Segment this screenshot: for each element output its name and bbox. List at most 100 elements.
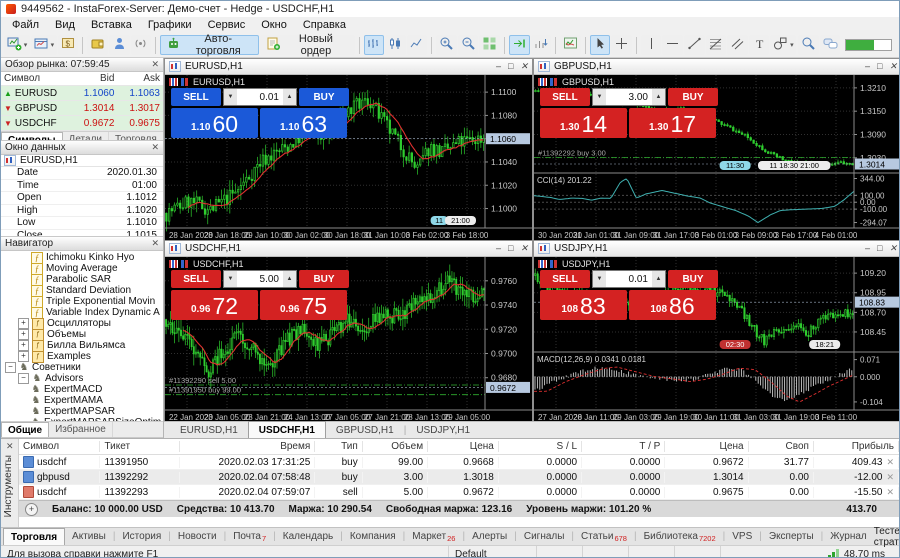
tree-item-Ichimoku-Kinko-Hyo[interactable]: ƒIchimoku Kinko Hyo — [1, 252, 163, 263]
volume-stepper[interactable]: ▼0.01▲ — [223, 88, 297, 106]
column-header-T / P[interactable]: T / P — [582, 441, 665, 452]
tree-item-ExpertMAMA[interactable]: ♞ExpertMAMA — [1, 395, 163, 406]
close-position-icon[interactable]: ✕ — [886, 472, 894, 482]
market-watch-tab-Торговля[interactable]: Торговля — [109, 132, 163, 141]
menu-item-Графики[interactable]: Графики — [140, 19, 200, 31]
toolbox-tab-Торговля[interactable]: Торговля — [3, 528, 65, 545]
zoom-in-button[interactable] — [436, 35, 457, 55]
toolbox-tab-Журнал[interactable]: Журнал — [823, 528, 874, 545]
position-row-11392293[interactable]: usdchf113922932020.02.04 07:59:07sell5.0… — [19, 485, 899, 500]
minimize-icon[interactable]: – — [865, 243, 870, 254]
tree-item-Билла-Вильямса[interactable]: +ƒБилла Вильямса — [1, 340, 163, 351]
volume-decrease-icon[interactable]: ▼ — [593, 271, 606, 287]
volume-stepper[interactable]: ▼3.00▲ — [592, 88, 666, 106]
volume-increase-icon[interactable]: ▲ — [652, 271, 665, 287]
profiles-button[interactable]: ▾ — [31, 35, 57, 55]
toolbox-tab-История[interactable]: История — [115, 528, 168, 545]
buy-price[interactable]: 1.1063 — [260, 108, 347, 138]
toolbox-tab-Компания[interactable]: Компания — [343, 528, 403, 545]
toolbox-tab-Алерты[interactable]: Алерты — [465, 528, 514, 545]
maximize-icon[interactable]: □ — [508, 243, 513, 254]
toolbox-tab-Статьи[interactable]: Статьи678 — [574, 528, 634, 545]
volume-stepper[interactable]: ▼5.00▲ — [223, 270, 297, 288]
zoom-out-button[interactable] — [458, 35, 479, 55]
chart-tab-USDJPY,H1[interactable]: USDJPY,H1 — [406, 423, 480, 438]
cursor-button[interactable] — [590, 35, 611, 55]
search-button[interactable] — [798, 35, 819, 55]
toolbox-tab-Календарь[interactable]: Календарь — [276, 528, 340, 545]
candles-chart-button[interactable] — [385, 35, 406, 55]
market-watch-row-USDCHF[interactable]: ▼USDCHF0.96720.9675 — [1, 116, 163, 131]
tree-item-ExpertMACD[interactable]: ♞ExpertMACD — [1, 384, 163, 395]
minimize-icon[interactable]: – — [865, 61, 870, 72]
column-header-S / L[interactable]: S / L — [499, 441, 582, 452]
market-watch-row-EURUSD[interactable]: ▲EURUSD1.10601.1063 — [1, 86, 163, 101]
market-watch-tab-Символы[interactable]: Символы — [1, 132, 63, 141]
menu-item-Файл[interactable]: Файл — [4, 19, 47, 31]
volume-stepper[interactable]: ▼0.01▲ — [592, 270, 666, 288]
column-header-Своп[interactable]: Своп — [749, 441, 814, 452]
expand-icon[interactable]: + — [18, 329, 29, 340]
tree-item-Standard-Deviation[interactable]: ƒStandard Deviation — [1, 285, 163, 296]
close-position-icon[interactable]: ✕ — [886, 457, 894, 467]
position-row-11391950[interactable]: usdchf113919502020.02.03 17:31:25buy99.0… — [19, 455, 899, 470]
close-icon[interactable]: ✕ — [520, 243, 528, 254]
buy-price[interactable]: 1.3017 — [629, 108, 716, 138]
expand-icon[interactable]: + — [18, 318, 29, 329]
chart-canvas-gbpusd[interactable]: 1.32101.31501.30901.3030#11392292 buy 3.… — [534, 75, 900, 241]
tree-item-ExpertMAPSAR[interactable]: ♞ExpertMAPSAR — [1, 406, 163, 417]
buy-price[interactable]: 10886 — [629, 290, 716, 320]
toolbox-tab-Эксперты[interactable]: Эксперты — [762, 528, 821, 545]
status-profile[interactable]: Default — [449, 546, 537, 558]
sell-price[interactable]: 1.1060 — [171, 108, 258, 138]
collapse-icon[interactable]: − — [18, 373, 29, 384]
column-header-Объем[interactable]: Объем — [363, 441, 428, 452]
buy-button[interactable]: BUY — [668, 270, 718, 288]
indicators-button[interactable] — [560, 35, 581, 55]
data-window-symbol-row[interactable]: EURUSD,H1 — [1, 155, 163, 167]
volume-increase-icon[interactable]: ▲ — [283, 89, 296, 105]
market-window-button[interactable]: $ — [58, 35, 79, 55]
tree-item-Осцилляторы[interactable]: +ƒОсцилляторы — [1, 318, 163, 329]
fibo-button[interactable] — [706, 35, 727, 55]
close-icon[interactable]: ✕ — [151, 142, 159, 153]
toolbox-tab-Активы[interactable]: Активы — [65, 528, 113, 545]
equidistant-channel-button[interactable] — [727, 35, 748, 55]
auto-scroll-button[interactable] — [531, 35, 552, 55]
collapse-icon[interactable]: − — [5, 362, 16, 373]
line-chart-button[interactable] — [407, 35, 428, 55]
bars-chart-button[interactable] — [364, 35, 385, 55]
accounts-button[interactable] — [109, 35, 130, 55]
volume-decrease-icon[interactable]: ▼ — [593, 89, 606, 105]
close-icon[interactable]: ✕ — [151, 238, 159, 249]
menu-item-Справка[interactable]: Справка — [295, 19, 354, 31]
column-header-Тикет[interactable]: Тикет — [100, 441, 180, 452]
deposit-button[interactable] — [87, 35, 108, 55]
sell-button[interactable]: SELL — [540, 270, 590, 288]
column-header-Время[interactable]: Время — [180, 441, 315, 452]
chart-tab-GBPUSD,H1[interactable]: GBPUSD,H1 — [326, 423, 404, 438]
chart-window-titlebar-gbpusd[interactable]: GBPUSD,H1–□✕ — [534, 59, 900, 75]
volume-increase-icon[interactable]: ▲ — [283, 271, 296, 287]
new-order-button[interactable]: Новый ордер — [260, 35, 354, 55]
position-row-11392292[interactable]: gbpusd113922922020.02.04 07:58:48buy3.00… — [19, 470, 899, 485]
sell-price[interactable]: 1.3014 — [540, 108, 627, 138]
tree-item-Advisors[interactable]: −♞Advisors — [1, 373, 163, 384]
tree-item-Объемы[interactable]: +ƒОбъемы — [1, 329, 163, 340]
close-icon[interactable]: ✕ — [6, 441, 14, 452]
close-icon[interactable]: ✕ — [520, 61, 528, 72]
sell-button[interactable]: SELL — [171, 88, 221, 106]
tree-item-Variable-Index-Dynamic-A[interactable]: ƒVariable Index Dynamic A — [1, 307, 163, 318]
buy-button[interactable]: BUY — [299, 270, 349, 288]
signals-button[interactable] — [131, 35, 152, 55]
volume-decrease-icon[interactable]: ▼ — [224, 271, 237, 287]
maximize-icon[interactable]: □ — [877, 243, 882, 254]
expand-icon[interactable]: + — [18, 340, 29, 351]
market-watch-row-GBPUSD[interactable]: ▼GBPUSD1.30141.3017 — [1, 101, 163, 116]
shift-end-button[interactable] — [509, 35, 530, 55]
crosshair-button[interactable] — [611, 35, 632, 55]
chart-canvas-usdjpy[interactable]: 109.20108.95108.70108.45108.8302:3018:21… — [534, 257, 900, 423]
chart-window-titlebar-eurusd[interactable]: EURUSD,H1–□✕ — [165, 59, 532, 75]
menu-item-Окно[interactable]: Окно — [253, 19, 295, 31]
navigator-tab-Общие[interactable]: Общие — [1, 422, 49, 437]
